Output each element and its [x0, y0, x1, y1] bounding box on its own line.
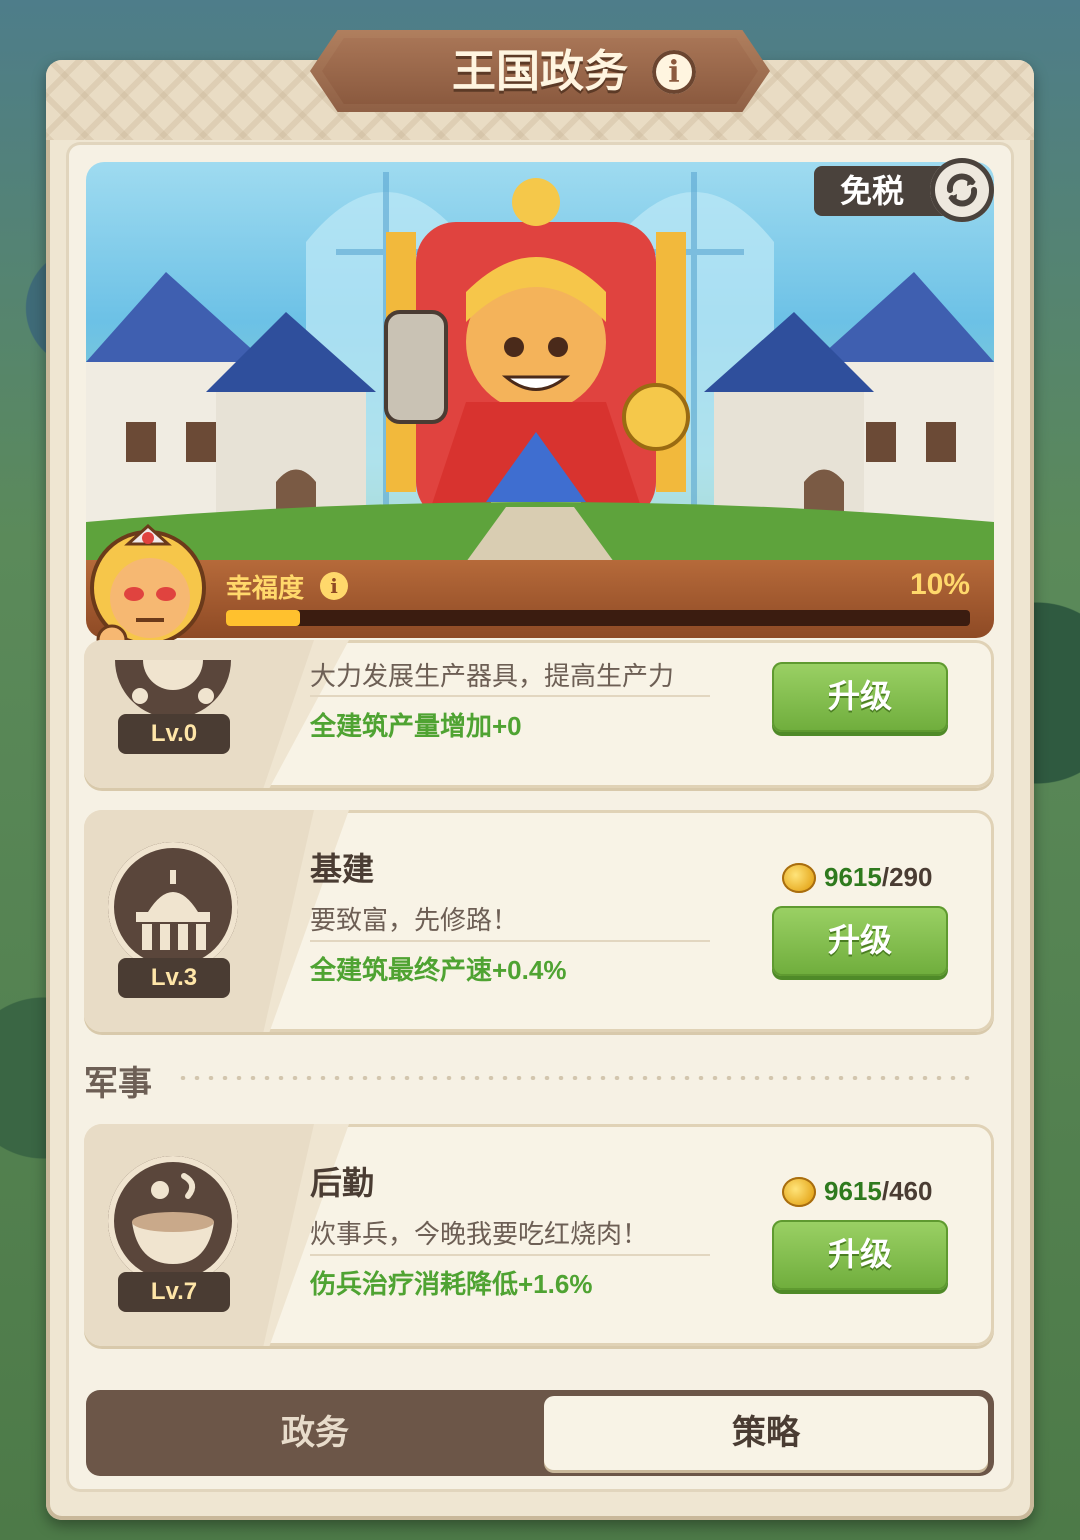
- tab-strategy[interactable]: 策略: [544, 1396, 988, 1470]
- level-tag: Lv.3: [118, 958, 230, 998]
- panel-title: 王国政务: [452, 47, 628, 96]
- level-tag: Lv.7: [118, 1272, 230, 1312]
- kingdom-banner: [86, 162, 994, 562]
- cost-required: /460: [881, 1176, 933, 1206]
- upgrade-cost: 9615/290: [782, 862, 932, 893]
- cost-owned: 9615: [824, 862, 882, 892]
- level-tag: Lv.0: [118, 714, 230, 754]
- angry-king-avatar: [78, 516, 218, 656]
- happiness-fill: [226, 610, 301, 626]
- section-military-label: 军事: [84, 1065, 152, 1103]
- policy-description: 要致富，先修路！: [310, 905, 519, 935]
- policy-description: 炊事兵，今晚我要吃红烧肉！: [310, 1219, 649, 1249]
- happiness-info-icon[interactable]: i: [320, 572, 348, 600]
- cost-required: /290: [881, 862, 933, 892]
- policy-title: 基建: [310, 851, 375, 887]
- gear-icon: [110, 660, 236, 720]
- policy-effect: 全建筑产量增加+0: [310, 711, 522, 741]
- cost-owned: 9615: [824, 1176, 882, 1206]
- happiness-label: 幸福度: [226, 573, 305, 603]
- policy-description: 大力发展生产器具，提高生产力: [310, 661, 675, 691]
- gold-coin-icon: [782, 862, 816, 893]
- palace-icon: [108, 842, 238, 972]
- policy-effect: 伤兵治疗消耗降低+1.6%: [310, 1269, 593, 1299]
- soup-bowl-icon: [108, 1156, 238, 1286]
- tab-affairs[interactable]: 政务: [90, 1390, 540, 1476]
- info-icon[interactable]: i: [652, 50, 696, 94]
- policy-effect: 全建筑最终产速+0.4%: [310, 955, 567, 985]
- gold-coin-icon: [782, 1176, 816, 1207]
- happiness-percent: 10%: [909, 568, 970, 601]
- happiness-track: [226, 610, 970, 626]
- policy-title: 后勤: [310, 1165, 375, 1201]
- refresh-icon[interactable]: [930, 158, 994, 222]
- throne-room-illustration: [86, 172, 994, 562]
- upgrade-button[interactable]: 升级: [772, 1220, 948, 1290]
- happiness-bar: [86, 560, 994, 638]
- upgrade-button[interactable]: 升级: [772, 906, 948, 976]
- upgrade-button[interactable]: 升级: [772, 662, 948, 732]
- section-divider: [176, 1076, 976, 1080]
- upgrade-cost: 9615/460: [782, 1176, 932, 1207]
